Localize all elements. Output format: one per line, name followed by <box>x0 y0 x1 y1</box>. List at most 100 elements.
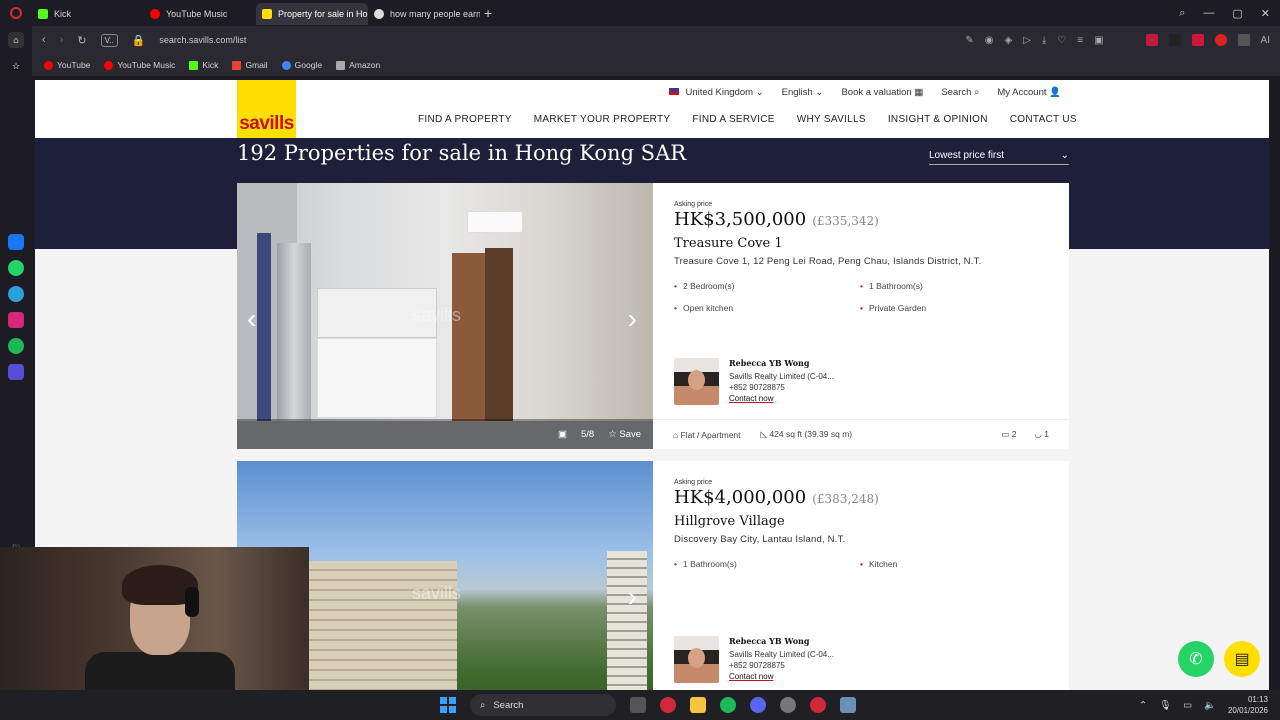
property-name[interactable]: Hillgrove Village <box>674 514 1054 529</box>
property-name[interactable]: Treasure Cove 1 <box>674 236 1054 251</box>
bookmark-gmail[interactable]: Gmail <box>232 60 268 70</box>
vpn-badge[interactable]: V.. <box>100 33 118 47</box>
contact-now-link[interactable]: Contact now <box>729 393 834 404</box>
bookmark-kick[interactable]: Kick <box>189 60 218 70</box>
microphone-icon[interactable]: 🎙 <box>1159 700 1171 711</box>
country-selector[interactable]: United Kingdom ⌄ <box>669 87 764 98</box>
spotify-icon[interactable] <box>8 338 24 354</box>
nav-contact-us[interactable]: CONTACT US <box>1010 114 1077 125</box>
opera-logo-icon[interactable] <box>0 0 32 26</box>
site-header: savills United Kingdom ⌄ English ⌄ Book … <box>35 80 1269 138</box>
opera-taskbar-icon[interactable] <box>660 697 676 713</box>
search-tabs-icon[interactable]: ⌕ <box>1179 7 1185 20</box>
edit-icon[interactable]: ✎ <box>965 35 973 46</box>
extension-pink-icon[interactable] <box>1191 34 1204 46</box>
nav-market-property[interactable]: MARKET YOUR PROPERTY <box>534 114 671 125</box>
calculator-icon[interactable] <box>840 697 856 713</box>
opera-gx-icon[interactable] <box>810 697 826 713</box>
agent-phone[interactable]: +852 90728875 <box>729 660 834 671</box>
whatsapp-chat-icon[interactable]: ✆ <box>1178 641 1214 677</box>
extension-red-icon[interactable] <box>1145 34 1158 46</box>
lock-icon: 🔒 <box>131 34 146 47</box>
previous-photo-button[interactable]: ‹ <box>247 303 256 335</box>
account-label: My Account <box>997 87 1047 98</box>
logo-text: savills <box>239 113 294 134</box>
bookmark-label: Gmail <box>245 60 268 70</box>
listing-card[interactable]: savills ‹ › ▣ 5/8 ☆ Save Asking price HK… <box>237 183 1069 449</box>
my-account-link[interactable]: My Account 👤 <box>997 87 1061 98</box>
bookmark-youtube-music[interactable]: YouTube Music <box>104 60 175 70</box>
home-icon[interactable]: ⌂ <box>8 32 24 48</box>
menu-icon[interactable]: ≡ <box>1077 35 1083 46</box>
download-icon[interactable]: ⤓ <box>1042 35 1046 46</box>
amazon-icon <box>336 60 346 70</box>
save-button[interactable]: ☆ Save <box>608 429 641 440</box>
bookmark-amazon[interactable]: Amazon <box>336 60 380 70</box>
heart-icon[interactable]: ♡ <box>1057 35 1066 46</box>
search-link[interactable]: Search ⌕ <box>941 87 979 98</box>
star-icon[interactable]: ☆ <box>8 58 24 74</box>
ublock-icon[interactable] <box>1214 34 1227 46</box>
nav-find-property[interactable]: FIND A PROPERTY <box>418 114 512 125</box>
tab-google-search[interactable]: how many people earns m <box>368 3 480 25</box>
sort-dropdown[interactable]: Lowest price first ⌄ <box>929 150 1069 165</box>
taskbar-search[interactable]: ⌕ Search <box>470 694 616 716</box>
new-tab-button[interactable]: + <box>484 5 492 21</box>
nav-insight-opinion[interactable]: INSIGHT & OPINION <box>888 114 988 125</box>
maximize-button[interactable]: ▢ <box>1232 7 1242 20</box>
bookmarks-bar: YouTube YouTube Music Kick Gmail Google … <box>32 54 1280 76</box>
camera-icon[interactable]: ◉ <box>985 35 994 46</box>
bed-icon: ▭ <box>1001 429 1010 439</box>
windows-start-icon[interactable] <box>440 697 456 713</box>
spotify-taskbar-icon[interactable] <box>720 697 736 713</box>
file-explorer-icon[interactable] <box>690 697 706 713</box>
language-selector[interactable]: English ⌄ <box>782 87 824 98</box>
book-valuation-link[interactable]: Book a valuation ▦ <box>841 87 923 98</box>
shield-icon[interactable]: ◈ <box>1004 35 1012 46</box>
extension-box-icon[interactable] <box>1237 34 1250 46</box>
chevron-up-icon[interactable]: ⌃ <box>1139 700 1147 711</box>
instagram-icon[interactable] <box>8 312 24 328</box>
bookmark-youtube[interactable]: YouTube <box>44 60 90 70</box>
display-icon[interactable]: ▭ <box>1183 700 1192 711</box>
player-icon[interactable] <box>8 364 24 380</box>
reload-icon[interactable]: ↻ <box>77 34 86 47</box>
next-photo-button[interactable]: › <box>628 581 637 613</box>
feature-item: 2 Bedroom(s) <box>674 281 860 291</box>
youtube-icon <box>44 60 53 70</box>
back-icon[interactable]: ‹ <box>42 34 46 46</box>
tab-label: YouTube Music <box>166 9 228 19</box>
ai-icon[interactable]: AI <box>1261 35 1270 46</box>
play-icon[interactable]: ▷ <box>1023 35 1031 46</box>
next-photo-button[interactable]: › <box>628 303 637 335</box>
settings-icon[interactable] <box>780 697 796 713</box>
messenger-icon[interactable] <box>8 234 24 250</box>
listing-card[interactable]: savills › Asking price HK$4,000,000 (£38… <box>237 461 1069 690</box>
wallet-icon[interactable]: ▣ <box>1094 35 1103 46</box>
bookmark-google[interactable]: Google <box>281 60 322 70</box>
close-window-button[interactable]: ✕ <box>1261 7 1270 20</box>
uk-flag-icon <box>669 88 680 95</box>
url-field[interactable]: search.savills.com/list <box>159 35 246 45</box>
nav-why-savills[interactable]: WHY SAVILLS <box>797 114 866 125</box>
task-view-icon[interactable] <box>630 697 646 713</box>
discord-icon[interactable] <box>750 697 766 713</box>
clock[interactable]: 01:13 20/01/2026 <box>1228 694 1268 716</box>
extension-cat-icon[interactable] <box>1168 34 1181 46</box>
volume-icon[interactable]: 🔈 <box>1204 700 1216 711</box>
chat-icon[interactable]: ▤ <box>1224 641 1260 677</box>
listing-photo[interactable]: savills ‹ › ▣ 5/8 ☆ Save <box>237 183 653 449</box>
nav-find-service[interactable]: FIND A SERVICE <box>692 114 774 125</box>
contact-now-link[interactable]: Contact now <box>729 671 834 682</box>
tab-savills[interactable]: Property for sale in Hong <box>256 3 368 25</box>
forward-icon[interactable]: › <box>60 34 64 46</box>
tab-kick[interactable]: Kick <box>32 3 144 25</box>
savills-logo[interactable]: savills <box>237 80 296 138</box>
minimize-button[interactable]: — <box>1203 7 1214 20</box>
agent-phone[interactable]: +852 90728875 <box>729 382 834 393</box>
telegram-icon[interactable] <box>8 286 24 302</box>
webcam-overlay <box>0 547 309 690</box>
bookmark-label: YouTube Music <box>117 60 176 70</box>
tab-youtube-music[interactable]: YouTube Music <box>144 3 256 25</box>
whatsapp-icon[interactable] <box>8 260 24 276</box>
